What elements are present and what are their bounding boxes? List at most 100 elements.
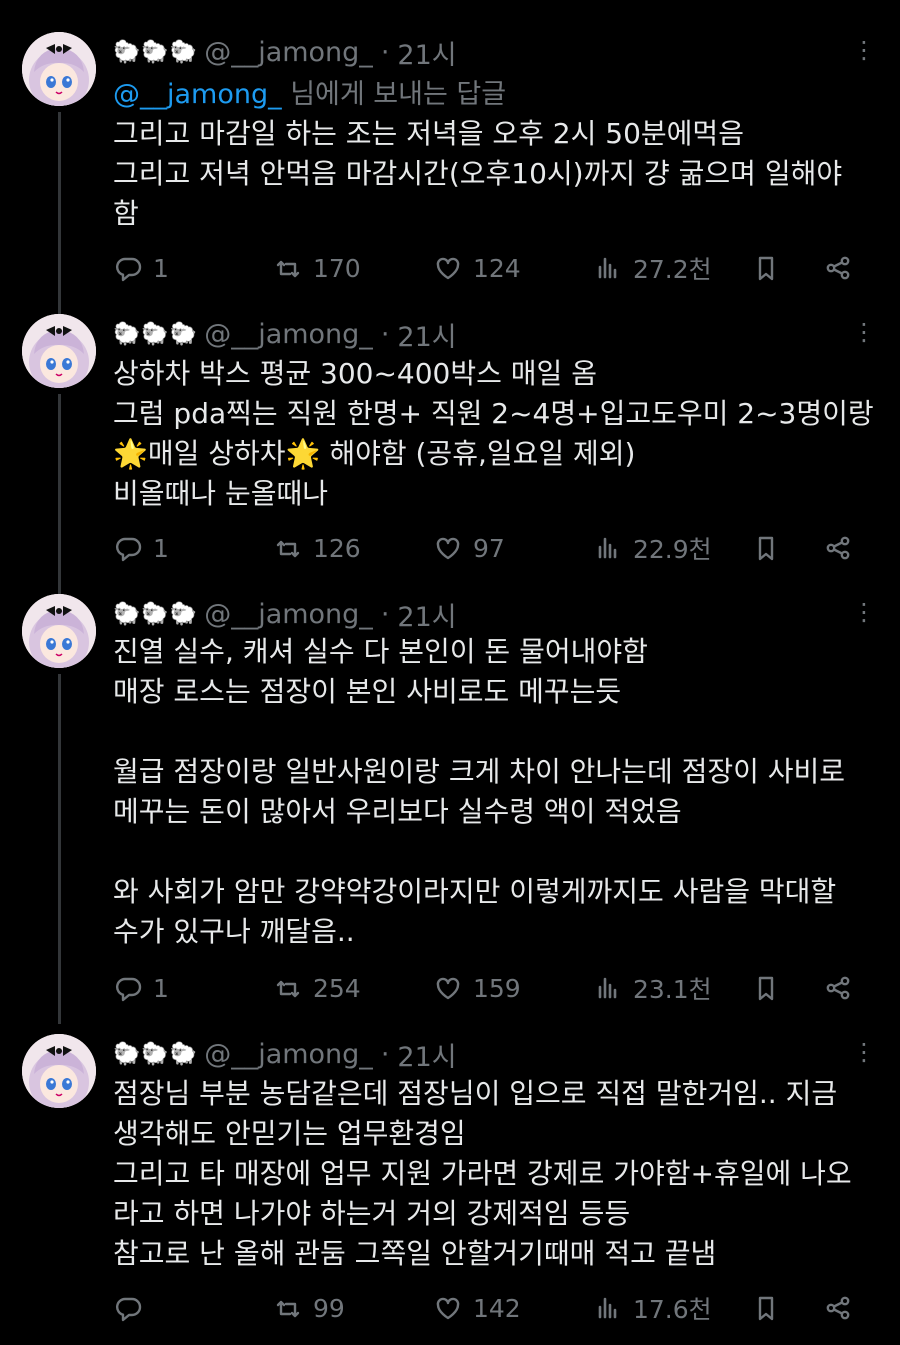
share-button[interactable] — [823, 968, 863, 1008]
retweet-button[interactable]: 254 — [273, 968, 361, 1008]
avatar[interactable] — [22, 314, 96, 388]
user-handle[interactable]: @__jamong_ — [204, 319, 373, 350]
timestamp[interactable]: 21시 — [397, 1035, 456, 1074]
avatar[interactable] — [22, 594, 96, 668]
bookmark-icon — [758, 976, 774, 1001]
user-handle[interactable]: @__jamong_ — [204, 1039, 373, 1070]
views-button[interactable]: 22.9천 — [593, 528, 712, 568]
user-handle[interactable]: @__jamong_ — [204, 599, 373, 630]
share-button[interactable] — [823, 528, 863, 568]
separator-dot: · — [380, 318, 390, 350]
action-bar: 1 170 124 27.2천 — [113, 248, 873, 288]
thread-line — [58, 674, 61, 1024]
retweets-count: 126 — [313, 533, 361, 563]
tweet-text: 상하차 박스 평균 300~400박스 매일 옴 그럼 pda찍는 직원 한명+… — [113, 354, 874, 514]
bookmark-icon — [758, 1296, 774, 1321]
reply-button[interactable] — [113, 1288, 153, 1328]
reply-suffix: 님에게 보내는 답글 — [281, 79, 507, 110]
retweet-icon — [276, 980, 300, 998]
avatar[interactable] — [22, 32, 96, 106]
user-handle[interactable]: @__jamong_ — [204, 37, 373, 68]
reply-icon — [116, 257, 142, 282]
replies-count: 1 — [153, 533, 169, 563]
sheep-emoji-icons: 🐑🐑🐑 — [113, 321, 199, 347]
more-options-icon[interactable]: ⋮ — [852, 38, 876, 62]
views-button[interactable]: 17.6천 — [593, 1288, 712, 1328]
retweet-button[interactable]: 126 — [273, 528, 361, 568]
replies-count: 1 — [153, 973, 169, 1003]
retweet-icon — [276, 1300, 300, 1318]
bookmark-button[interactable] — [751, 248, 791, 288]
reply-button[interactable]: 1 — [113, 968, 169, 1008]
tweet-text-line: 라고 하면 나가야 하는거 거의 강제적임 등등 — [113, 1197, 631, 1230]
tweet-text-line: 그리고 마감일 하는 조는 저녁을 오후 2시 50분에먹음 — [113, 117, 744, 150]
retweet-icon — [276, 260, 300, 278]
avatar[interactable] — [22, 1034, 96, 1108]
views-button[interactable]: 23.1천 — [593, 968, 712, 1008]
likes-count: 124 — [473, 253, 521, 283]
tweet-text-line: 비올때나 눈올때나 — [113, 477, 328, 510]
tweet-text-line: 함 — [113, 197, 139, 230]
views-chart-icon — [598, 1297, 617, 1319]
retweet-icon — [276, 540, 300, 558]
share-button[interactable] — [823, 1288, 863, 1328]
tweet-4: 🐑🐑🐑 @__jamong_ · 21시 ⋮ 점장님 부분 농담같은데 점장님이… — [0, 1034, 900, 1334]
views-count: 22.9천 — [633, 535, 712, 564]
views-chart-icon — [598, 977, 617, 999]
retweet-button[interactable]: 99 — [273, 1288, 345, 1328]
tweet-text-line: 수가 있구나 깨달음.. — [113, 915, 355, 948]
reply-icon — [116, 1297, 142, 1322]
heart-icon — [436, 977, 460, 1000]
tweet-text-line: 그리고 저녁 안먹음 마감시간(오후10시)까지 걍 굶으며 일해야 — [113, 157, 843, 190]
retweets-count: 99 — [313, 1293, 345, 1323]
timestamp[interactable]: 21시 — [397, 33, 456, 72]
bookmark-button[interactable] — [751, 528, 791, 568]
bookmark-button[interactable] — [751, 968, 791, 1008]
tweet-text-line: 와 사회가 암만 강약약강이라지만 이렇게까지도 사람을 막대할 — [113, 875, 837, 908]
reply-button[interactable]: 1 — [113, 248, 169, 288]
sheep-emoji-icons: 🐑🐑🐑 — [113, 601, 199, 627]
tweet-header: 🐑🐑🐑 @__jamong_ · 21시 — [113, 315, 457, 354]
separator-dot: · — [380, 1038, 390, 1070]
share-icon — [826, 1296, 850, 1320]
heart-icon — [436, 537, 460, 560]
tweet-text-line: 생각해도 안믿기는 업무환경임 — [113, 1117, 466, 1150]
like-button[interactable]: 124 — [433, 248, 521, 288]
reply-mention-link[interactable]: @__jamong_ — [113, 79, 282, 110]
share-icon — [826, 976, 850, 1000]
tweet-text-line: 월급 점장이랑 일반사원이랑 크게 차이 안나는데 점장이 사비로 — [113, 755, 846, 788]
separator-dot: · — [380, 598, 390, 630]
tweet-text: 그리고 마감일 하는 조는 저녁을 오후 2시 50분에먹음 그리고 저녁 안먹… — [113, 114, 842, 234]
timestamp[interactable]: 21시 — [397, 315, 456, 354]
tweet-3: 🐑🐑🐑 @__jamong_ · 21시 ⋮ 진열 실수, 캐셔 실수 다 본인… — [0, 594, 900, 1024]
tweet-text-line — [113, 832, 845, 872]
more-options-icon[interactable]: ⋮ — [852, 1040, 876, 1064]
action-bar: 1 126 97 22.9천 — [113, 528, 873, 568]
like-button[interactable]: 97 — [433, 528, 505, 568]
retweets-count: 254 — [313, 973, 361, 1003]
share-icon — [826, 256, 850, 280]
heart-icon — [436, 1297, 460, 1320]
tweet-text-line: 점장님 부분 농담같은데 점장님이 입으로 직접 말한거임.. 지금 — [113, 1077, 838, 1110]
tweet-text-line: 진열 실수, 캐셔 실수 다 본인이 돈 물어내야함 — [113, 635, 648, 668]
timestamp[interactable]: 21시 — [397, 595, 456, 634]
share-icon — [826, 536, 850, 560]
heart-icon — [436, 257, 460, 280]
like-button[interactable]: 142 — [433, 1288, 521, 1328]
bookmark-icon — [758, 536, 774, 561]
likes-count: 97 — [473, 533, 505, 563]
more-options-icon[interactable]: ⋮ — [852, 320, 876, 344]
more-options-icon[interactable]: ⋮ — [852, 600, 876, 624]
like-button[interactable]: 159 — [433, 968, 521, 1008]
reply-button[interactable]: 1 — [113, 528, 169, 568]
action-bar: 1 254 159 23.1천 — [113, 968, 873, 1008]
retweet-button[interactable]: 170 — [273, 248, 361, 288]
replying-to: @__jamong_ 님에게 보내는 답글 — [113, 72, 506, 111]
sheep-emoji-icons: 🐑🐑🐑 — [113, 1041, 199, 1067]
bookmark-button[interactable] — [751, 1288, 791, 1328]
share-button[interactable] — [823, 248, 863, 288]
tweet-text-line: 그리고 타 매장에 업무 지원 가라면 강제로 가야함+휴일에 나오 — [113, 1157, 852, 1190]
views-button[interactable]: 27.2천 — [593, 248, 712, 288]
tweet-text-line — [113, 712, 845, 752]
thread-line — [58, 394, 61, 594]
